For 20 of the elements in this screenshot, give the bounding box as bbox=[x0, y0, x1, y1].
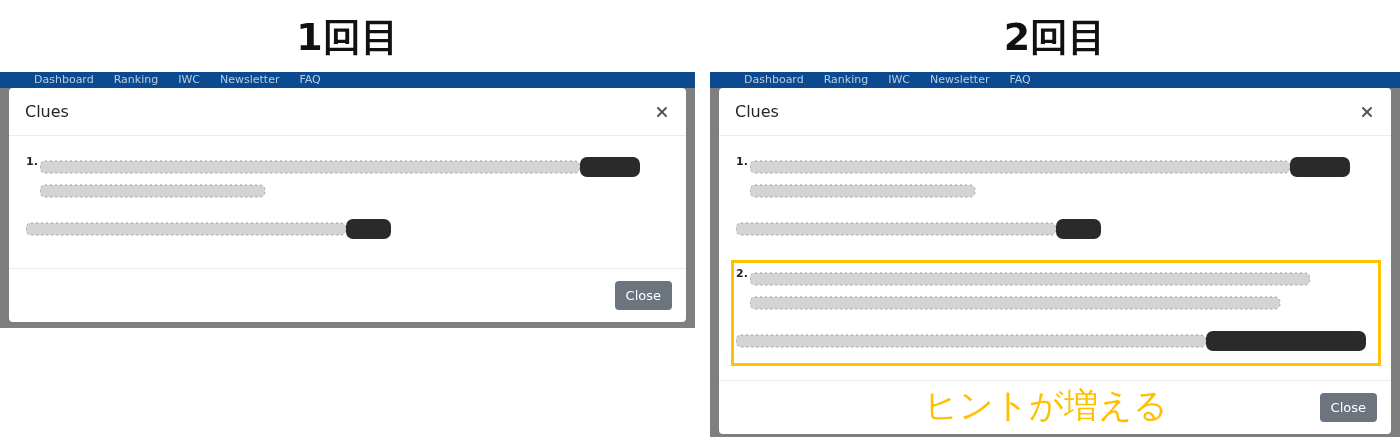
close-button[interactable]: Close bbox=[1319, 393, 1377, 422]
close-button[interactable]: Close bbox=[614, 281, 672, 310]
nav-link[interactable]: Dashboard bbox=[34, 72, 94, 88]
annotation: ヒントが増える bbox=[924, 384, 1168, 427]
nav-link[interactable]: IWC bbox=[178, 72, 200, 88]
nav-link[interactable]: Newsletter bbox=[220, 72, 280, 88]
nav-link[interactable]: Ranking bbox=[113, 72, 159, 88]
nav-link[interactable]: FAQ bbox=[299, 72, 321, 88]
clue-number: 1. bbox=[736, 155, 748, 168]
clue-number: 2. bbox=[736, 267, 748, 280]
modal-title: Clues bbox=[25, 102, 69, 121]
heading: 1回目 bbox=[295, 14, 400, 61]
modal-title: Clues bbox=[735, 102, 779, 121]
nav-link[interactable]: FAQ bbox=[1009, 72, 1031, 88]
nav-link[interactable]: Newsletter bbox=[930, 72, 990, 88]
nav-link[interactable]: Dashboard bbox=[744, 72, 804, 88]
nav-link[interactable]: IWC bbox=[888, 72, 910, 88]
heading: 2回目 bbox=[1002, 14, 1108, 61]
nav-link[interactable]: Ranking bbox=[823, 72, 869, 88]
clue-number: 1. bbox=[26, 155, 38, 168]
